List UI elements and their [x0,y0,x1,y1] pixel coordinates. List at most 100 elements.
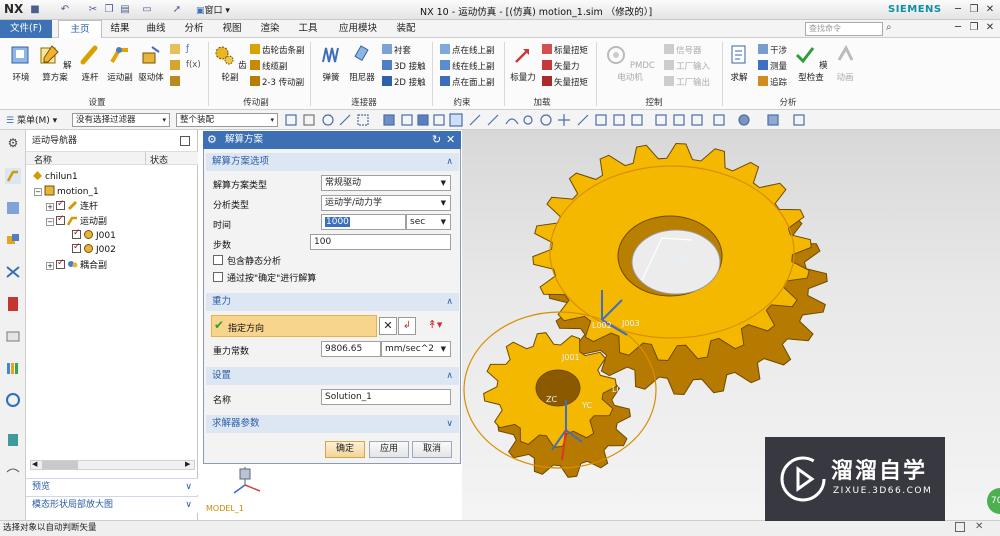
analysis-type-select[interactable]: 运动学/动力学 ▼ [321,195,451,211]
rack-pinion-button[interactable]: 齿轮齿条副 [250,44,305,56]
steps-input[interactable]: 100 [310,234,451,250]
tree-node-links[interactable]: + 连杆 [46,199,98,212]
tree-node-couplers[interactable]: + 耦合副 [46,258,107,271]
tab-analysis[interactable]: 分析 [178,20,210,38]
signal-button[interactable]: 信号器 [664,44,702,56]
point-on-curve-button[interactable]: 点在线上副 [440,44,495,56]
gear-joint-button[interactable]: 齿轮副 [212,44,248,83]
close-window-button[interactable]: ✕ [982,2,998,18]
gravity-constant-input[interactable]: 9806.65 [321,341,381,357]
doc-close-button[interactable]: ✕ [982,20,998,36]
constraint-navigator-icon[interactable] [5,264,21,280]
scalar-force-button[interactable]: 标量力 [508,44,538,83]
status-window-icon[interactable] [955,522,965,532]
scroll-right-icon[interactable]: ▶ [185,460,190,468]
interference-button[interactable]: 干涉 [758,44,787,56]
section-settings[interactable]: 设置 ∧ [206,367,459,385]
plant-input-button[interactable]: 工厂输入 [664,60,710,72]
tab-home[interactable]: 主页 [58,20,102,38]
point-on-surface-button[interactable]: 点在面上副 [440,76,495,88]
small-tool-1[interactable] [170,44,182,56]
part-navigator-icon[interactable] [5,200,21,216]
solve-button[interactable]: 求解 [726,44,752,83]
spring-button[interactable]: 弹簧 [316,44,346,83]
time-unit-select[interactable]: sec ▼ [406,214,451,230]
vector-force-button[interactable]: 矢量力 [542,60,580,72]
3d-contact-button[interactable]: 3D 接触 [382,60,426,72]
history-list-icon[interactable] [5,432,21,448]
function-icon[interactable]: f(x) [186,60,201,70]
tab-tools[interactable]: 工具 [292,20,324,38]
visibility-checkbox[interactable] [56,199,65,210]
plant-output-button[interactable]: 工厂输出 [664,76,710,88]
roles-icon[interactable] [5,462,21,478]
paste-icon[interactable]: ▤ [118,3,132,17]
collapse-icon[interactable]: − [46,218,54,226]
2d-contact-button[interactable]: 2D 接触 [382,76,426,88]
settings-gear-icon[interactable]: ⚙ [5,136,21,152]
cancel-button[interactable]: 取消 [412,441,452,458]
save-icon[interactable]: ■ [28,3,42,17]
doc-minimize-button[interactable]: ─ [950,20,966,36]
column-status[interactable]: 状态 [150,153,168,166]
visibility-checkbox[interactable] [56,258,65,269]
time-input[interactable]: 1000 [321,214,406,230]
window-menu[interactable]: ▣窗口 ▾ [196,3,230,16]
expand-icon[interactable]: + [46,203,54,211]
minimize-button[interactable]: ─ [950,2,966,18]
solution-type-select[interactable]: 常规驱动 ▼ [321,175,451,191]
section-solver-parameters[interactable]: 求解器参数 ∨ [206,415,459,433]
environment-button[interactable]: 环境 [6,44,36,83]
selection-scope-select[interactable]: 整个装配 ▾ [176,113,278,127]
damper-button[interactable]: 阻尼器 [346,44,378,83]
navigator-maximize-button[interactable] [180,136,190,146]
animation-button[interactable]: 动画 [832,44,858,83]
selection-filter-select[interactable]: 没有选择过滤器 ▾ [72,113,170,127]
tree-node-j002[interactable]: J002 [72,242,116,255]
joint-coupler-button[interactable]: 2-3 传动副 [250,76,304,88]
apply-button[interactable]: 应用 [369,441,409,458]
cable-button[interactable]: 线缆副 [250,60,288,72]
measure-button[interactable]: 测量 [758,60,787,72]
preview-panel[interactable]: 预览 ∨ [26,478,198,495]
scrollbar-thumb[interactable] [42,461,78,469]
cut-icon[interactable]: ✂ [86,3,100,17]
repeat-command-icon[interactable]: ➚ [170,3,184,17]
section-gravity[interactable]: 重力 ∧ [206,293,459,311]
mode-shape-panel[interactable]: 模态形状局部放大图 ∨ [26,496,198,513]
tab-view[interactable]: 视图 [216,20,248,38]
undo-icon[interactable]: ↶ [58,3,72,17]
scalar-torque-button[interactable]: 标量扭矩 [542,44,588,56]
web-browser-icon[interactable] [5,392,21,408]
pmdc-motor-button[interactable]: PMDC 电动机 [602,44,658,83]
link-button[interactable]: 连杆 [76,44,104,83]
search-icon[interactable]: ⌕ [886,22,892,33]
vector-options-dropdown[interactable]: ↟▾ [421,317,449,335]
main-menu-button[interactable]: ☰ 菜单(M) ▾ [6,113,57,126]
status-close-icon[interactable]: ✕ [975,521,983,532]
library-icon[interactable] [5,360,21,376]
driver-button[interactable]: 驱动体 [136,44,166,83]
reverse-direction-icon[interactable]: ✕ [379,317,397,335]
curve-on-curve-button[interactable]: 线在线上副 [440,60,495,72]
solution-button[interactable]: 解算方案 [36,44,74,83]
tree-node-joints[interactable]: − 运动副 [46,214,107,227]
model-check-button[interactable]: 模型检查 [792,44,830,83]
column-name[interactable]: 名称 [34,153,52,166]
small-tool-2[interactable] [170,60,182,72]
history-icon[interactable] [5,296,21,312]
reuse-library-icon[interactable] [5,328,21,344]
trace-button[interactable]: 追踪 [758,76,787,88]
gravity-unit-select[interactable]: mm/sec^2 ▼ [381,341,451,357]
tab-results[interactable]: 结果 [104,20,136,38]
tree-node-chilun1[interactable]: chilun1 [32,170,78,182]
snap-toolbar-icons[interactable] [284,112,824,128]
motion-navigator-icon[interactable] [5,168,21,184]
tab-application[interactable]: 应用模块 [330,20,386,38]
file-menu[interactable]: 文件(F) [0,20,52,38]
ok-button[interactable]: 确定 [325,441,365,458]
section-solution-options[interactable]: 解算方案选项 ∧ [206,153,459,171]
solve-on-ok-checkbox[interactable] [213,272,223,282]
small-tool-3[interactable] [170,76,182,88]
joint-button[interactable]: 运动副 [104,44,136,83]
